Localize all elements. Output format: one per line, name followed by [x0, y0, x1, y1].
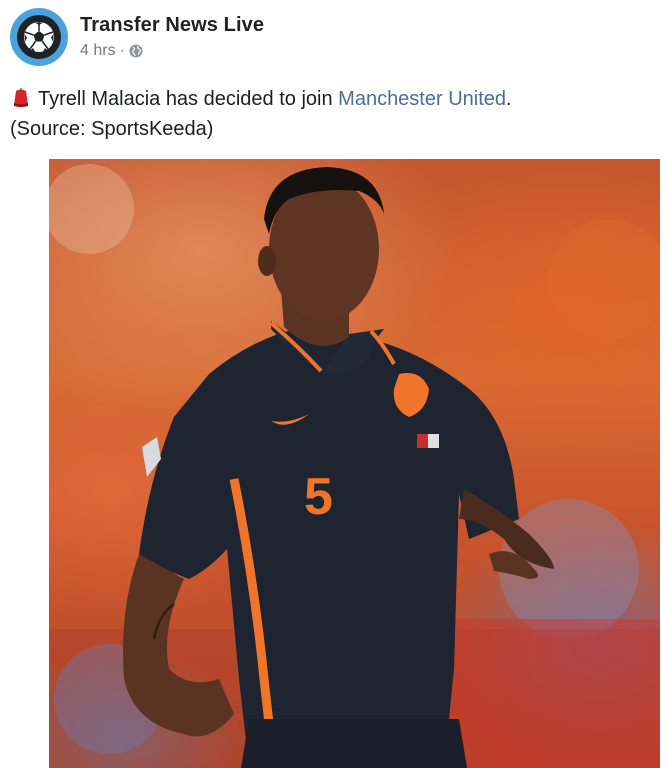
- meta-separator: ·: [119, 42, 125, 59]
- soccer-ball-icon: [17, 15, 61, 59]
- post-text-line-2: (Source: SportsKeeda): [10, 118, 214, 140]
- page-name-link[interactable]: Transfer News Live: [80, 14, 264, 37]
- post-header: Transfer News Live 4 hrs ·: [10, 8, 650, 68]
- post-timestamp[interactable]: 4 hrs: [80, 42, 116, 60]
- red-hat-emoji: [12, 87, 30, 107]
- post-text: Tyrell Malacia has decided to join Manch…: [10, 84, 660, 144]
- post-meta: 4 hrs ·: [80, 42, 143, 60]
- manchester-united-link[interactable]: Manchester United: [338, 88, 506, 110]
- jersey-number: 5: [304, 468, 333, 526]
- page-avatar[interactable]: [10, 8, 68, 66]
- post-text-suffix: .: [506, 88, 512, 110]
- post-text-prefix: Tyrell Malacia has decided to join: [38, 88, 339, 110]
- player-photo[interactable]: 5: [49, 159, 660, 768]
- post-text-line-1: Tyrell Malacia has decided to join Manch…: [10, 84, 660, 114]
- globe-icon[interactable]: [129, 44, 143, 58]
